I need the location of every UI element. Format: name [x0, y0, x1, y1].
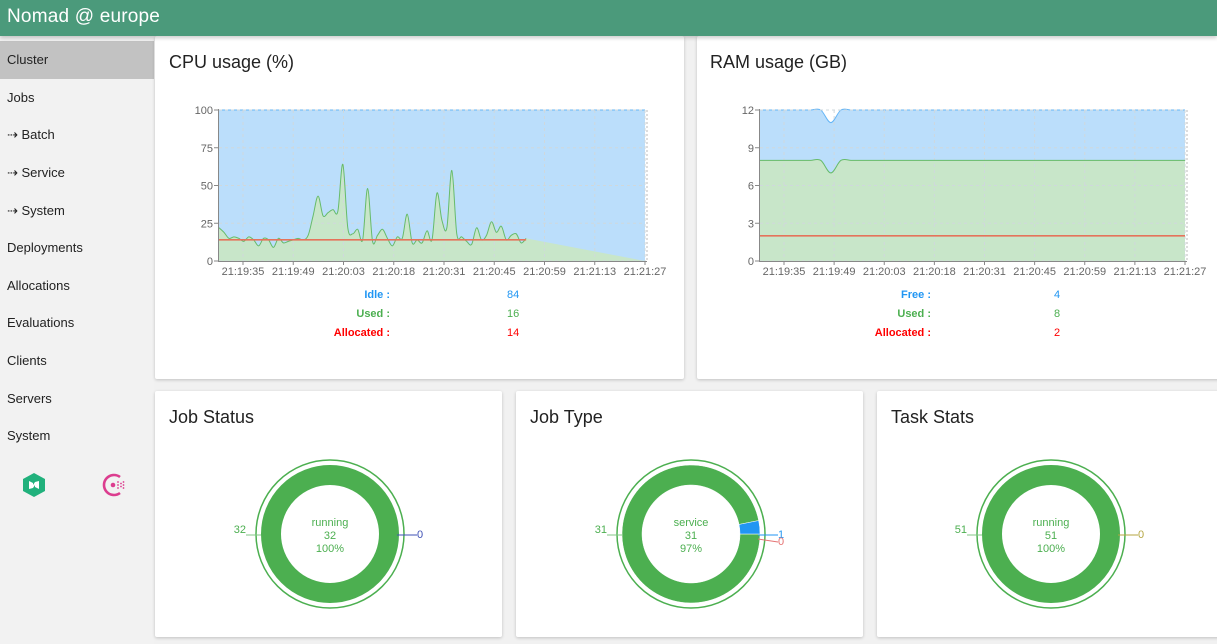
donut-slice-label: 0: [1138, 529, 1144, 541]
donut-center-label: service: [674, 517, 709, 529]
donut-slice-label: 0: [778, 536, 784, 548]
ram-x-tick-label: 21:20:59: [1063, 266, 1106, 278]
ram-x-tick-label: 21:20:45: [1013, 266, 1056, 278]
donut-center-percent: 97%: [680, 543, 702, 555]
sidebar-item-system[interactable]: System: [0, 417, 154, 455]
donut-center-label: running: [312, 517, 349, 529]
sidebar-item-service[interactable]: ⇢ Service: [0, 154, 154, 192]
task-stats-card: Task Stats running 51 100% 51 0: [877, 391, 1217, 637]
cpu-x-tick-label: 21:20:03: [322, 266, 365, 278]
job-type-donut: service3197%31 10: [595, 459, 784, 609]
sidebar: Cluster Jobs ⇢ Batch ⇢ Service ⇢ System …: [0, 36, 154, 644]
sidebar-item-clients[interactable]: Clients: [0, 342, 154, 380]
sidebar-item-cluster[interactable]: Cluster: [0, 41, 154, 79]
ram-x-tick-label: 21:20:18: [913, 266, 956, 278]
cpu-y-tick-label: 75: [201, 143, 213, 155]
donut-center-value: 32: [324, 530, 336, 542]
cpu-usage-chart: 0 25 50 75 100 21:19:35 21:19:49 21:20:03 21:20:…: [195, 105, 667, 278]
donut-center-value: 51: [1045, 530, 1057, 542]
job-status-donut: running32100%32 0: [234, 459, 423, 609]
job-type-card: Job Type service 31 97% 31 1 0: [516, 391, 863, 637]
cpu-x-tick-label: 21:20:31: [423, 266, 466, 278]
ram-usage-card: RAM usage (GB) 0 3 6 9 12 21:19:35 21:19:49 21:…: [697, 36, 1217, 379]
donut-slice-label: 0: [417, 529, 423, 541]
legend-value: 8: [1054, 308, 1061, 320]
sidebar-item-allocations[interactable]: Allocations: [0, 267, 154, 305]
cpu-x-tick-label: 21:19:35: [222, 266, 265, 278]
consul-logo-icon[interactable]: [101, 472, 127, 498]
task-stats-donut: running51100%51 0: [955, 459, 1144, 609]
app-title: Nomad @ europe: [7, 6, 161, 27]
donut-slice-label: 51: [955, 524, 967, 536]
ram-y-tick-label: 9: [748, 143, 754, 155]
legend-label: Free :: [901, 289, 931, 301]
legend-label: Used :: [897, 308, 931, 320]
donut-center-label: running: [1033, 517, 1070, 529]
ram-x-tick-label: 21:19:35: [763, 266, 806, 278]
cpu-y-tick-label: 100: [195, 105, 213, 117]
cpu-y-tick-label: 25: [201, 218, 213, 230]
cpu-x-tick-label: 21:19:49: [272, 266, 315, 278]
ram-usage-chart: 0 3 6 9 12 21:19:35 21:19:49 21:20:03 21:20:18 21…: [742, 105, 1207, 278]
ram-x-tick-label: 21:21:27: [1164, 266, 1207, 278]
ram-x-tick-label: 21:21:13: [1113, 266, 1156, 278]
ram-y-tick-label: 12: [742, 105, 754, 117]
cpu-usage-card: CPU usage (%) 0 25 50 75 100 21:19:35 21:19:49…: [155, 36, 684, 379]
sidebar-item-deployments[interactable]: Deployments: [0, 229, 154, 267]
donut-center-percent: 100%: [316, 543, 344, 555]
sidebar-item-jobs[interactable]: Jobs: [0, 79, 154, 117]
cpu-x-tick-label: 21:20:59: [523, 266, 566, 278]
top-bar: Nomad @ europe: [0, 0, 1217, 36]
sidebar-item-servers[interactable]: Servers: [0, 380, 154, 418]
donut-leader-line: [757, 538, 779, 543]
ram-y-tick-label: 3: [748, 218, 754, 230]
ram-used-area: [760, 159, 1185, 261]
ram-y-tick-label: 6: [748, 181, 754, 193]
nomad-logo-icon[interactable]: [21, 472, 47, 498]
donut-slice-label: 32: [234, 524, 246, 536]
ram-x-tick-label: 21:20:31: [963, 266, 1006, 278]
legend-label: Used :: [356, 308, 390, 320]
cpu-x-tick-label: 21:20:45: [473, 266, 516, 278]
cpu-y-tick-label: 0: [207, 256, 213, 268]
cpu-x-tick-label: 21:20:18: [372, 266, 415, 278]
sidebar-item-evaluations[interactable]: Evaluations: [0, 304, 154, 342]
cpu-x-tick-label: 21:21:13: [573, 266, 616, 278]
donut-slice-label: 31: [595, 524, 607, 536]
cpu-y-tick-label: 50: [201, 181, 213, 193]
legend-value: 4: [1054, 289, 1061, 301]
sidebar-item-system-jobs[interactable]: ⇢ System: [0, 192, 154, 230]
job-status-card: Job Status running 32 100% 32 0: [155, 391, 502, 637]
ram-x-tick-label: 21:20:03: [863, 266, 906, 278]
legend-value: 14: [507, 327, 520, 339]
donut-center-value: 31: [685, 530, 697, 542]
ram-x-tick-label: 21:19:49: [813, 266, 856, 278]
legend-label: Allocated :: [333, 327, 390, 339]
ram-y-tick-label: 0: [748, 256, 754, 268]
legend-label: Allocated :: [874, 327, 931, 339]
legend-value: 2: [1054, 327, 1061, 339]
cpu-x-tick-label: 21:21:27: [624, 266, 667, 278]
sidebar-item-batch[interactable]: ⇢ Batch: [0, 116, 154, 154]
legend-value: 16: [507, 308, 520, 320]
donut-center-percent: 100%: [1037, 543, 1065, 555]
legend-value: 84: [507, 289, 520, 301]
legend-label: Idle :: [364, 289, 390, 301]
